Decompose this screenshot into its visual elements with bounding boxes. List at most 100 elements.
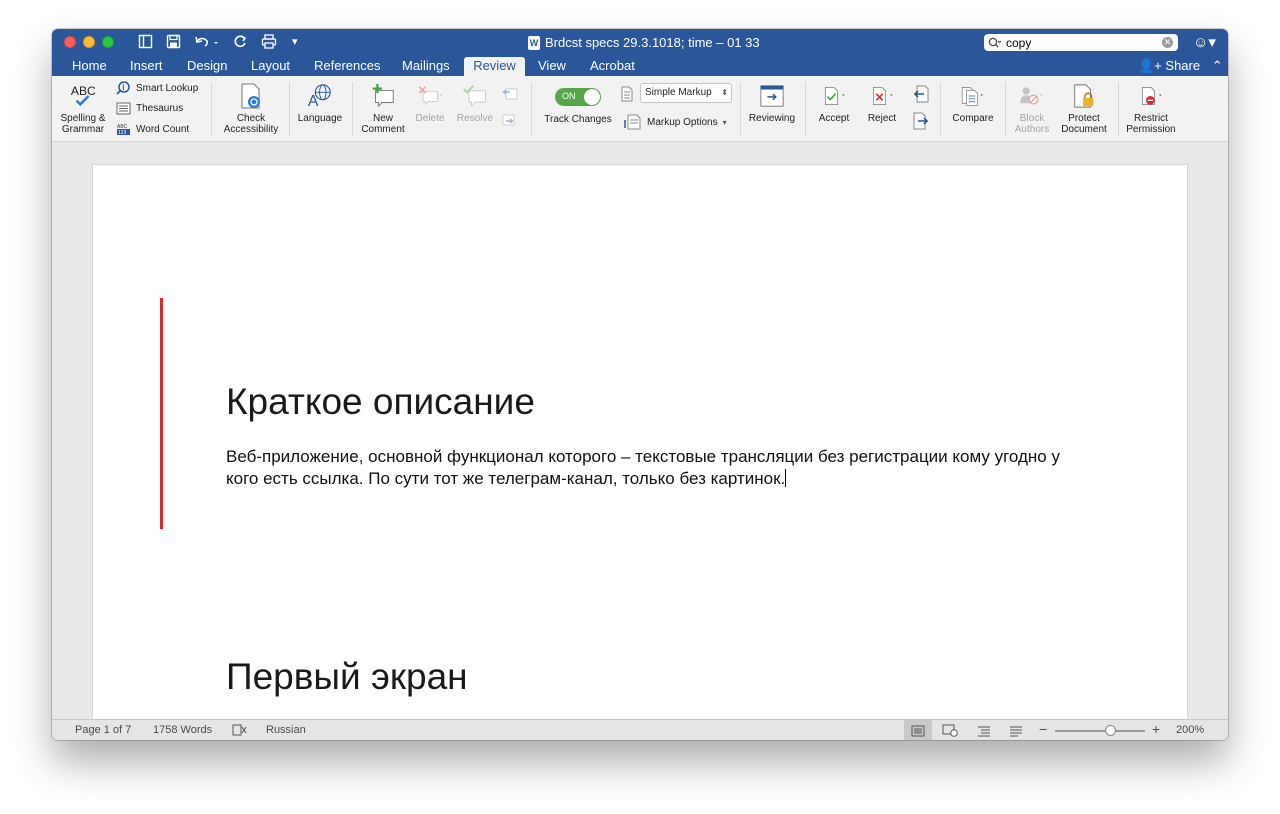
document-canvas: Краткое описание Веб-приложение, основно… bbox=[52, 142, 1228, 719]
sidebar-toggle-icon[interactable] bbox=[138, 34, 153, 52]
status-bar: Page 1 of 7 1758 Words Russian − + 200% bbox=[52, 719, 1228, 740]
accept-label: Accept bbox=[818, 113, 850, 124]
customize-toolbar-icon[interactable]: ▾ bbox=[292, 34, 298, 50]
previous-change-icon bbox=[913, 85, 929, 103]
minimize-window-button[interactable] bbox=[83, 36, 95, 48]
web-layout-view-button[interactable] bbox=[936, 720, 964, 740]
next-change-button[interactable] bbox=[912, 112, 930, 130]
print-layout-view-button[interactable] bbox=[904, 720, 932, 740]
reviewing-pane-button[interactable]: Reviewing bbox=[746, 82, 798, 124]
word-count-status[interactable]: 1758 Words bbox=[153, 724, 212, 736]
ribbon-separator bbox=[1118, 82, 1119, 136]
share-button[interactable]: 👤+ Share ⌃ bbox=[1138, 57, 1223, 75]
markup-display-select[interactable]: Simple Markup ⬍ bbox=[640, 83, 732, 103]
undo-icon[interactable] bbox=[194, 34, 220, 52]
web-layout-icon bbox=[942, 724, 958, 737]
reject-button[interactable]: Reject bbox=[860, 82, 904, 124]
reject-label: Reject bbox=[867, 113, 897, 124]
track-changes-label: Track Changes bbox=[544, 114, 612, 125]
collapse-ribbon-icon[interactable]: ⌃ bbox=[1212, 58, 1223, 73]
zoom-out-button[interactable]: − bbox=[1039, 721, 1047, 737]
zoom-in-button[interactable]: + bbox=[1152, 721, 1160, 737]
tab-mailings[interactable]: Mailings bbox=[394, 57, 458, 76]
ribbon-separator bbox=[289, 82, 290, 136]
next-comment-button[interactable] bbox=[500, 112, 520, 128]
document-title-text: Brdcst specs 29.3.1018; time – 01 33 bbox=[545, 35, 760, 50]
reviewing-pane-icon bbox=[759, 82, 785, 110]
proofing-icon[interactable] bbox=[232, 724, 247, 739]
zoom-slider-thumb[interactable] bbox=[1105, 725, 1116, 736]
block-authors-label: Block Authors bbox=[1014, 113, 1050, 135]
track-changes-button[interactable]: ON Track Changes bbox=[538, 88, 618, 125]
select-arrows-icon: ⬍ bbox=[721, 88, 728, 97]
protect-document-button[interactable]: Protect Document bbox=[1057, 82, 1111, 135]
thesaurus-icon bbox=[116, 102, 131, 115]
language-globe-icon: A bbox=[307, 82, 333, 110]
search-field[interactable]: copy ✕ bbox=[984, 34, 1178, 51]
accept-button[interactable]: Accept bbox=[812, 82, 856, 124]
tab-design[interactable]: Design bbox=[179, 57, 235, 76]
word-count-button[interactable]: ABC 123 Word Count bbox=[116, 123, 189, 136]
feedback-smiley-icon[interactable]: ☺▾ bbox=[1193, 33, 1216, 51]
block-authors-button[interactable]: Block Authors bbox=[1010, 82, 1054, 135]
tab-home[interactable]: Home bbox=[64, 57, 115, 76]
markup-display-icon bbox=[621, 86, 633, 102]
language-button[interactable]: A Language bbox=[295, 82, 345, 124]
draft-view-button[interactable] bbox=[1002, 720, 1030, 740]
tab-review[interactable]: Review bbox=[464, 57, 525, 76]
smart-lookup-icon: i bbox=[116, 81, 130, 95]
svg-text:ABC: ABC bbox=[71, 84, 96, 98]
word-window: ▾ W Brdcst specs 29.3.1018; time – 01 33… bbox=[52, 29, 1228, 740]
thesaurus-button[interactable]: Thesaurus bbox=[116, 102, 183, 115]
ribbon-separator bbox=[531, 82, 532, 136]
markup-options-button[interactable]: Markup Options ▾ bbox=[624, 114, 727, 130]
track-changes-state: ON bbox=[562, 91, 576, 101]
previous-comment-button[interactable] bbox=[500, 86, 520, 102]
outline-view-button[interactable] bbox=[970, 720, 998, 740]
paragraph-text: Веб-приложение, основной функционал кото… bbox=[226, 447, 1060, 488]
language-status[interactable]: Russian bbox=[266, 724, 306, 736]
page-count[interactable]: Page 1 of 7 bbox=[75, 724, 131, 736]
next-change-icon bbox=[913, 112, 929, 130]
tab-view[interactable]: View bbox=[530, 57, 574, 76]
smart-lookup-label: Smart Lookup bbox=[136, 83, 199, 94]
word-count-label: Word Count bbox=[136, 124, 190, 135]
close-window-button[interactable] bbox=[64, 36, 76, 48]
resolve-comment-button[interactable]: Resolve bbox=[452, 82, 498, 124]
reject-change-icon bbox=[869, 82, 895, 110]
zoom-window-button[interactable] bbox=[102, 36, 114, 48]
review-ribbon: ABC Spelling & Grammar i Smart Lookup Th… bbox=[52, 76, 1228, 142]
tab-acrobat[interactable]: Acrobat bbox=[582, 57, 643, 76]
heading-first-screen[interactable]: Первый экран bbox=[226, 656, 468, 698]
change-bar-marker bbox=[160, 298, 163, 529]
accessibility-icon bbox=[238, 82, 264, 110]
delete-comment-button[interactable]: Delete bbox=[409, 82, 451, 124]
zoom-level[interactable]: 200% bbox=[1176, 724, 1204, 736]
spelling-grammar-button[interactable]: ABC Spelling & Grammar bbox=[58, 82, 108, 135]
svg-text:i: i bbox=[122, 83, 124, 92]
tab-layout[interactable]: Layout bbox=[243, 57, 298, 76]
tab-references[interactable]: References bbox=[306, 57, 388, 76]
compare-label: Compare bbox=[952, 113, 994, 124]
restrict-permission-button[interactable]: Restrict Permission bbox=[1123, 82, 1179, 135]
zoom-slider[interactable] bbox=[1055, 725, 1145, 736]
save-icon[interactable] bbox=[166, 34, 181, 52]
tab-insert[interactable]: Insert bbox=[122, 57, 171, 76]
compare-documents-icon bbox=[960, 82, 986, 110]
new-comment-button[interactable]: New Comment bbox=[358, 82, 408, 135]
smart-lookup-button[interactable]: i Smart Lookup bbox=[116, 81, 198, 96]
previous-change-button[interactable] bbox=[912, 85, 930, 103]
compare-button[interactable]: Compare bbox=[947, 82, 999, 124]
print-layout-icon bbox=[911, 725, 925, 736]
heading-summary[interactable]: Краткое описание bbox=[226, 381, 535, 423]
check-accessibility-button[interactable]: Check Accessibility bbox=[220, 82, 282, 135]
share-icon: 👤+ bbox=[1138, 58, 1162, 73]
clear-search-icon[interactable]: ✕ bbox=[1162, 37, 1173, 48]
new-comment-icon bbox=[370, 82, 396, 110]
track-changes-toggle[interactable]: ON bbox=[555, 88, 601, 106]
redo-icon[interactable] bbox=[233, 34, 248, 52]
title-bar: ▾ W Brdcst specs 29.3.1018; time – 01 33… bbox=[52, 29, 1228, 56]
print-icon[interactable] bbox=[261, 34, 277, 52]
paragraph-summary[interactable]: Веб-приложение, основной функционал кото… bbox=[226, 446, 1076, 490]
document-page[interactable]: Краткое описание Веб-приложение, основно… bbox=[92, 164, 1188, 719]
